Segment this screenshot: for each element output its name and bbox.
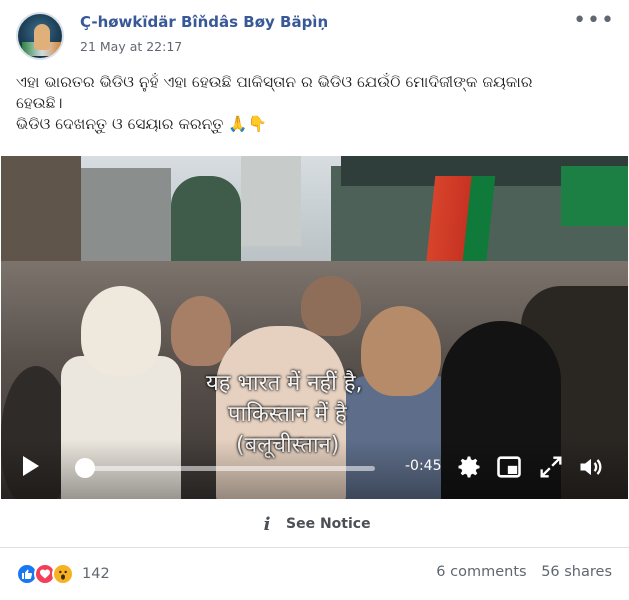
post-footer: 142 6 comments 56 shares	[0, 549, 629, 600]
video-player[interactable]: यह भारत में नहीं है, पाकिस्तान में है (ब…	[1, 156, 628, 499]
video-caption-line: पाकिस्तान में है	[228, 402, 347, 427]
reaction-count: 142	[82, 566, 110, 582]
picture-in-picture-icon[interactable]	[495, 453, 523, 481]
settings-icon[interactable]	[455, 453, 483, 481]
post-text-line: ଭିଡିଓ ଦେଖନ୍ତୁ ଓ ସେୟାର କରନ୍ତୁ 🙏👇	[16, 115, 267, 133]
engagement-stats: 6 comments 56 shares	[436, 564, 612, 580]
ellipsis-icon[interactable]: •••	[573, 10, 615, 32]
author-avatar[interactable]	[16, 12, 64, 60]
see-notice-bar[interactable]: i See Notice	[0, 500, 629, 548]
post-text: ଏହା ଭାରତର ଭିଡିଓ ନୁହଁ ଏହା ହେଉଛି ପାକିସ୍ତାନ…	[16, 72, 606, 135]
post-timestamp[interactable]: 21 May at 22:17	[80, 39, 182, 54]
see-notice-label: See Notice	[286, 516, 371, 532]
comments-count-link[interactable]: 6 comments	[436, 564, 526, 580]
play-icon[interactable]	[23, 456, 39, 476]
video-frame-person	[301, 276, 361, 336]
video-progress-track[interactable]	[87, 466, 375, 471]
facebook-post: Ç-høwkïdär Bîňdâs Bøy Bäpìņ 21 May at 22…	[0, 0, 629, 600]
reactions-summary[interactable]: 142	[16, 562, 110, 586]
volume-icon[interactable]	[577, 453, 605, 481]
video-frame-person	[171, 296, 231, 366]
post-text-line: ଏହା ଭାରତର ଭିଡିଓ ନୁହଁ ଏହା ହେଉଛି ପାକିସ୍ତାନ…	[16, 73, 533, 91]
video-progress-knob[interactable]	[75, 458, 95, 478]
post-text-line: ହେଉଛି।	[16, 94, 63, 112]
wow-icon	[52, 563, 74, 585]
video-frame-tower	[241, 156, 301, 246]
avatar-figure	[34, 24, 50, 50]
video-caption-line: यह भारत में नहीं है,	[206, 371, 363, 396]
see-notice-button[interactable]: i See Notice	[262, 513, 371, 535]
video-controls: -0:45	[1, 439, 628, 499]
author-name[interactable]: Ç-høwkïdär Bîňdâs Bøy Bäpìņ	[80, 13, 328, 31]
video-time-remaining: -0:45	[405, 458, 442, 474]
fullscreen-icon[interactable]	[537, 453, 565, 481]
video-frame-flag	[561, 166, 628, 226]
info-icon: i	[263, 513, 271, 535]
video-frame-person	[81, 286, 161, 376]
post-header: Ç-høwkïdär Bîňdâs Bøy Bäpìņ 21 May at 22…	[12, 10, 617, 60]
shares-count-link[interactable]: 56 shares	[541, 564, 612, 580]
